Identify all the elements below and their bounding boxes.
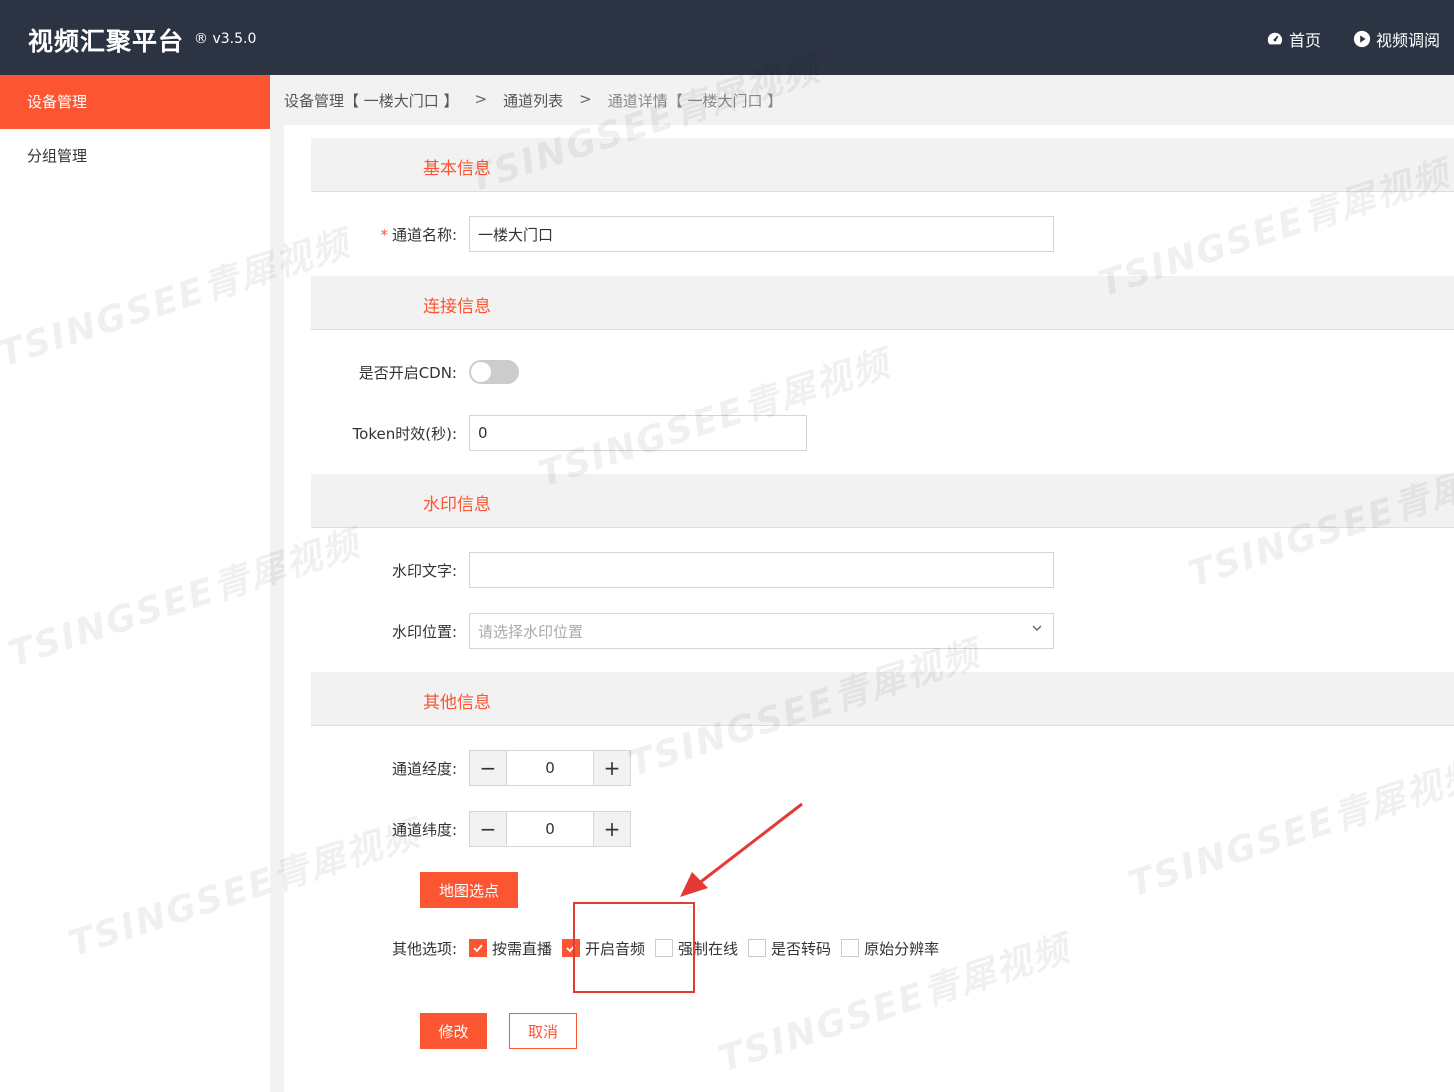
latitude-value[interactable]: 0 <box>506 812 594 846</box>
longitude-value[interactable]: 0 <box>506 751 594 785</box>
main-content: 基本信息 * 通道名称: 一楼大门口 连接信息 是否开启CDN: Token时效(… <box>284 125 1454 1092</box>
longitude-stepper: − 0 + <box>469 750 631 786</box>
app-title: 视频汇聚平台 <box>28 27 185 56</box>
cancel-button[interactable]: 取消 <box>509 1013 577 1049</box>
checkbox[interactable] <box>841 939 860 957</box>
nav-video-label: 视频调阅 <box>1375 31 1440 50</box>
field-label: 水印文字: <box>391 561 457 580</box>
sidebar: 设备管理 分组管理 <box>0 75 270 1092</box>
map-select-button[interactable]: 地图选点 <box>420 872 518 908</box>
breadcrumb-separator: > <box>474 90 488 108</box>
checkbox[interactable] <box>748 939 767 957</box>
option-label: 原始分辨率 <box>864 939 940 958</box>
nav-home-label: 首页 <box>1288 31 1321 50</box>
field-label: * 通道名称: <box>380 225 457 244</box>
section-title: 连接信息 <box>423 297 491 317</box>
token-row: Token时效(秒): 0 <box>311 415 807 451</box>
sidebar-item-device[interactable]: 设备管理 <box>0 75 270 129</box>
option-transcode[interactable]: 是否转码 <box>748 938 831 959</box>
option-original-resolution[interactable]: 原始分辨率 <box>841 938 939 959</box>
field-label: 通道经度: <box>391 759 457 778</box>
latitude-stepper: − 0 + <box>469 811 631 847</box>
decrement-button[interactable]: − <box>470 751 506 785</box>
checkbox[interactable] <box>469 939 487 957</box>
annotation-highlight-box <box>573 902 695 993</box>
field-label: 其他选项: <box>391 939 457 958</box>
top-nav: 首页 视频调阅 <box>1266 27 1440 51</box>
field-label: 是否开启CDN: <box>358 363 457 382</box>
toggle-knob <box>471 362 491 382</box>
breadcrumb-device[interactable]: 设备管理【 一楼大门口 】 <box>284 90 459 111</box>
section-other: 其他信息 <box>311 672 1454 726</box>
section-title: 其他信息 <box>423 693 491 713</box>
cdn-row: 是否开启CDN: <box>311 354 519 390</box>
option-on-demand[interactable]: 按需直播 <box>469 938 552 959</box>
app-version: ® v3.5.0 <box>194 31 257 47</box>
increment-button[interactable]: + <box>594 751 630 785</box>
field-label: 通道纬度: <box>391 820 457 839</box>
breadcrumb-channels[interactable]: 通道列表 <box>503 90 563 111</box>
watermark-text-row: 水印文字: <box>311 552 1054 588</box>
cdn-toggle[interactable] <box>469 360 519 384</box>
section-basic: 基本信息 <box>311 138 1454 192</box>
select-placeholder: 请选择水印位置 <box>478 622 584 641</box>
decrement-button[interactable]: − <box>470 812 506 846</box>
section-connection: 连接信息 <box>311 276 1454 330</box>
required-mark: * <box>380 225 388 244</box>
dashboard-icon <box>1267 32 1283 45</box>
channel-name-row: * 通道名称: 一楼大门口 <box>311 216 1054 252</box>
watermark-text-input[interactable] <box>469 552 1054 588</box>
breadcrumb-separator: > <box>579 90 592 108</box>
field-label: 水印位置: <box>391 622 457 641</box>
sidebar-item-group[interactable]: 分组管理 <box>0 129 270 183</box>
watermark-position-row: 水印位置: 请选择水印位置 <box>311 613 1054 649</box>
watermark-position-select[interactable]: 请选择水印位置 <box>469 613 1054 649</box>
breadcrumb-current: 通道详情【 一楼大门口 】 <box>607 92 783 110</box>
submit-button[interactable]: 修改 <box>420 1013 487 1049</box>
longitude-row: 通道经度: − 0 + <box>311 750 631 786</box>
play-circle-icon <box>1353 30 1371 48</box>
breadcrumb: 设备管理【 一楼大门口 】 > 通道列表 > 通道详情【 一楼大门口 】 <box>284 90 782 111</box>
latitude-row: 通道纬度: − 0 + <box>311 811 631 847</box>
section-title: 水印信息 <box>423 495 491 515</box>
option-label: 按需直播 <box>492 939 553 958</box>
annotation-arrow-icon <box>680 802 803 897</box>
check-icon <box>473 944 483 953</box>
chevron-down-icon <box>1032 625 1042 631</box>
nav-video[interactable]: 视频调阅 <box>1353 27 1440 51</box>
section-watermark: 水印信息 <box>311 474 1454 528</box>
token-input[interactable]: 0 <box>469 415 807 451</box>
channel-name-input[interactable]: 一楼大门口 <box>469 216 1054 252</box>
nav-home[interactable]: 首页 <box>1266 27 1321 51</box>
field-label: Token时效(秒): <box>352 424 457 443</box>
increment-button[interactable]: + <box>594 812 630 846</box>
top-bar: 视频汇聚平台 ® v3.5.0 首页 视频调阅 <box>0 0 1454 75</box>
section-title: 基本信息 <box>423 159 491 179</box>
option-label: 是否转码 <box>771 939 832 958</box>
options-group: 按需直播 开启音频 强制在线 是否转码 原始分辨率 <box>469 938 949 959</box>
